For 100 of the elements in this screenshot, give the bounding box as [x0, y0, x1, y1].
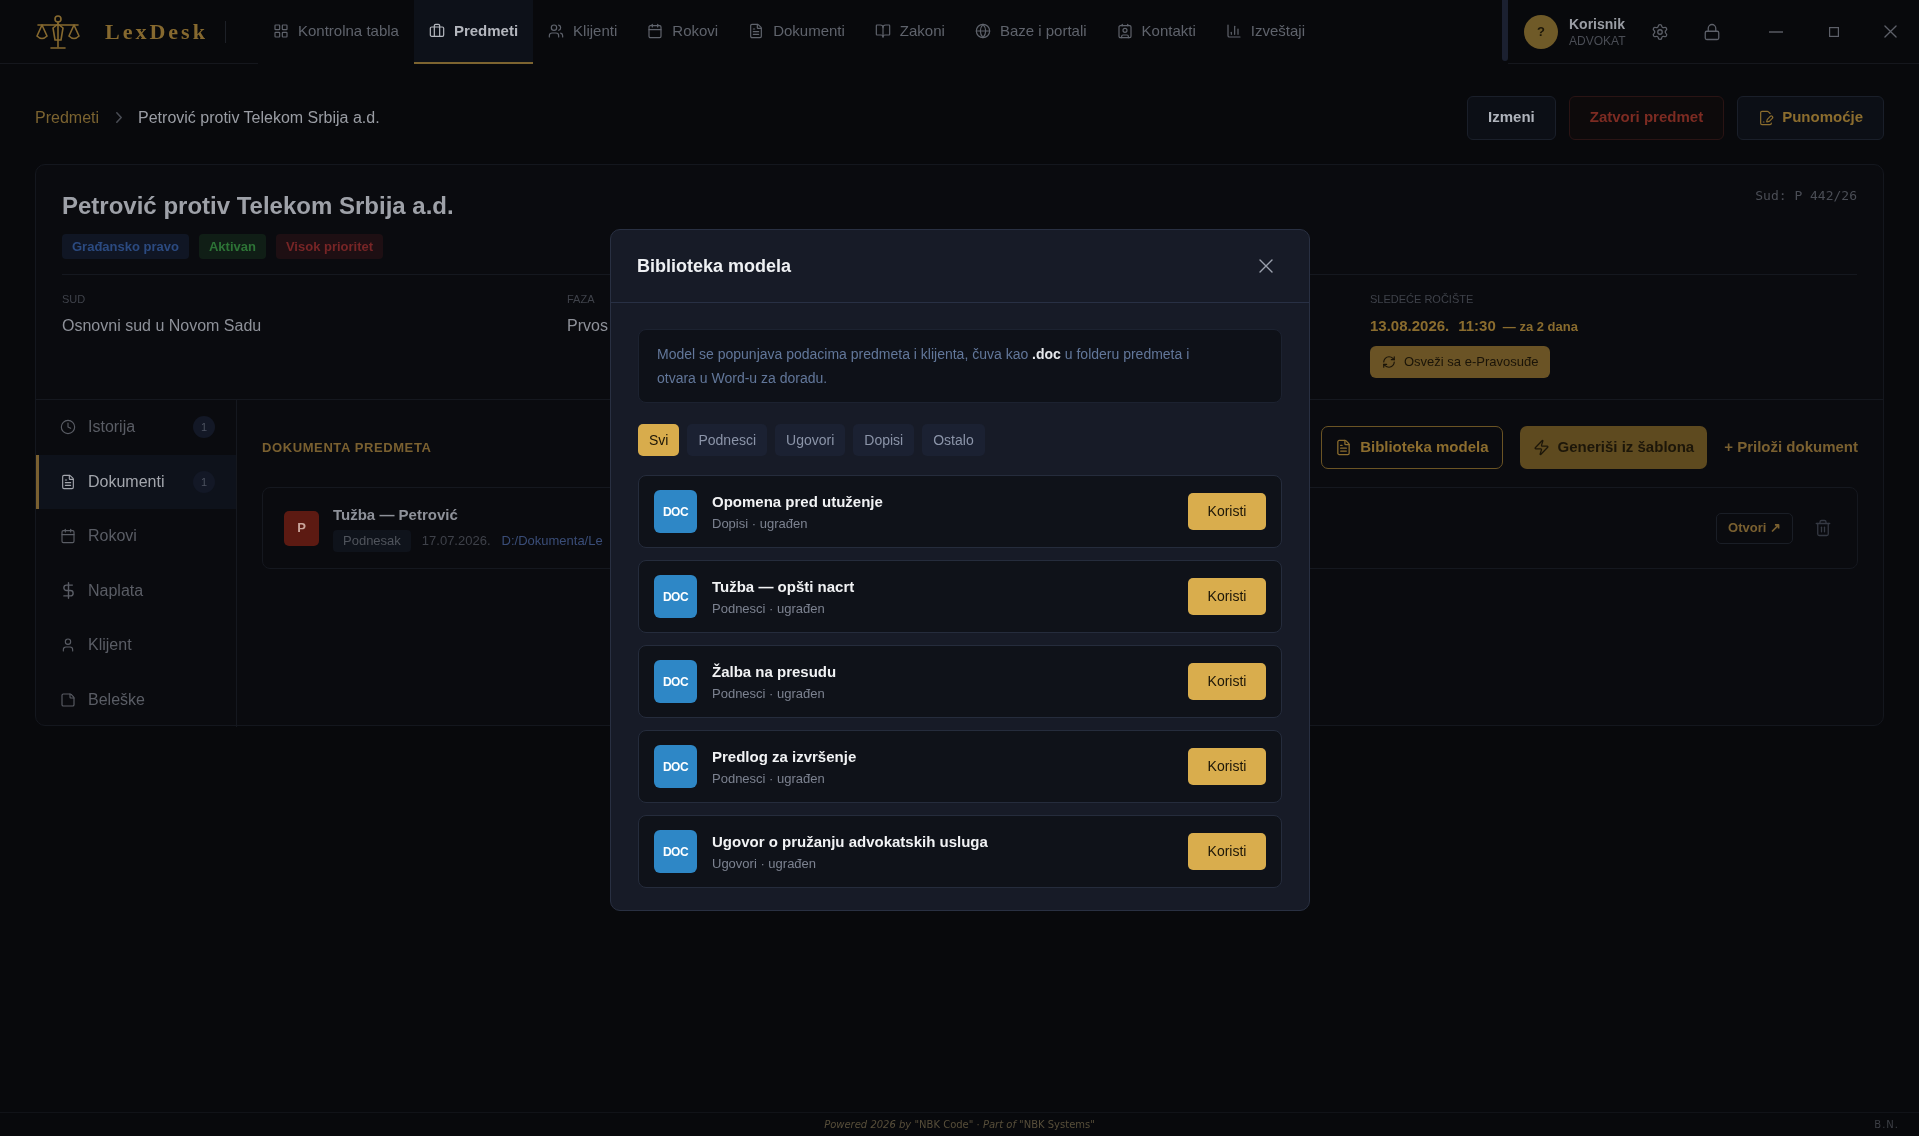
use-template-button[interactable]: Koristi	[1188, 578, 1266, 615]
nav-tab[interactable]: Kontrolna tabla	[258, 0, 414, 64]
lock-button[interactable]	[1702, 21, 1722, 42]
template-library-button[interactable]: Biblioteka modela	[1321, 426, 1503, 469]
note-icon	[60, 691, 76, 708]
section-tab[interactable]: Klijent	[36, 618, 236, 673]
close-icon	[1259, 259, 1273, 273]
bar-chart-icon	[1225, 23, 1242, 39]
case-tag: Građansko pravo	[62, 234, 189, 259]
close-icon	[1883, 25, 1897, 38]
use-template-button[interactable]: Koristi	[1188, 663, 1266, 700]
globe-icon	[974, 23, 991, 39]
book-icon	[874, 23, 891, 39]
nav-tab[interactable]: Rokovi	[632, 0, 734, 64]
lightning-icon	[1532, 439, 1550, 456]
info-notice: Model se popunjava podacima predmeta i klijenta, čuva kao .doc u folderu predmeta i otvara u Word-u za doradu.	[638, 329, 1282, 403]
field-label: SLEDEĆE ROČIŠTE	[1370, 292, 1474, 306]
template-meta: Ugovori · ugrađen	[712, 854, 817, 872]
scrollbar-thumb[interactable]	[1502, 0, 1508, 61]
use-template-button[interactable]: Koristi	[1188, 493, 1266, 530]
template-meta: Dopisi · ugrađen	[712, 514, 808, 532]
nav-tab[interactable]: Predmeti	[413, 0, 534, 64]
file-type-badge: DOC	[654, 745, 697, 788]
nav-tab[interactable]: Dokumenti	[733, 0, 860, 64]
scales-logo-icon	[35, 13, 81, 50]
file-type-badge: DOC	[654, 830, 697, 873]
briefcase-icon	[428, 23, 445, 39]
nav-tab[interactable]: Izveštaji	[1210, 0, 1320, 64]
field-value: Prvos	[567, 316, 608, 336]
delete-button[interactable]	[1813, 518, 1833, 538]
clock-icon	[60, 419, 76, 436]
power-of-attorney-button[interactable]: Punomoćje	[1737, 95, 1884, 140]
chevron-icon	[116, 112, 123, 123]
section-tab[interactable]: Rokovi	[36, 509, 236, 564]
user-role: ADVOKAT	[1569, 32, 1627, 49]
open-document-button[interactable]: Otvori ↗	[1716, 512, 1793, 544]
hearing-time: 11:30	[1458, 316, 1496, 336]
footer-initials: B.N.	[1874, 1118, 1899, 1132]
file-type-badge: DOC	[654, 490, 697, 533]
file-pen-icon	[1758, 109, 1775, 126]
dollar-icon	[63, 582, 74, 600]
generate-from-template-button[interactable]: Generiši iz šablona	[1519, 426, 1708, 469]
user-icon	[60, 637, 76, 654]
footer-credit: Powered 2026 by "NBK Code" · Part of "NBK Systems"	[824, 1118, 1095, 1132]
template-meta: Podnesci · ugrađen	[712, 684, 825, 702]
lock-icon	[1703, 22, 1721, 41]
grid-icon	[273, 23, 289, 39]
template-meta: Podnesci · ugrađen	[712, 599, 825, 617]
attach-document-link[interactable]: + Priloži dokument	[1724, 426, 1858, 469]
section-tab[interactable]: Naplata	[36, 563, 236, 618]
user-avatar[interactable]: ?	[1524, 14, 1558, 49]
settings-icon	[1651, 22, 1669, 41]
template-title: Opomena pred utuženje	[712, 491, 883, 512]
filter-chip[interactable]: Ugovori	[775, 424, 846, 456]
use-template-button[interactable]: Koristi	[1188, 748, 1266, 785]
use-template-button[interactable]: Koristi	[1188, 833, 1266, 870]
document-title: Tužba — Petrović	[333, 504, 458, 525]
refresh-icon	[1382, 355, 1396, 369]
calendar-icon	[647, 23, 664, 39]
document-date: 17.07.2026.	[421, 531, 491, 550]
document-path: D:/Dokumenta/Le	[501, 531, 603, 550]
document-icon	[60, 473, 76, 490]
minimize-icon	[1769, 30, 1783, 33]
section-tab[interactable]: Beleške	[36, 672, 236, 727]
trash-icon	[1814, 519, 1832, 537]
close-case-button[interactable]: Zatvori predmet	[1568, 95, 1725, 140]
settings-button[interactable]	[1650, 21, 1670, 42]
template-meta: Podnesci · ugrađen	[712, 769, 825, 787]
case-title: Petrović protiv Telekom Srbija a.d.	[62, 191, 454, 221]
filter-chip[interactable]: Podnesci	[687, 424, 768, 456]
nav-tab[interactable]: Kontakti	[1101, 0, 1211, 64]
calendar-icon	[60, 528, 76, 545]
filter-chip[interactable]: Svi	[638, 424, 680, 456]
app-logo-text: LexDesk	[105, 18, 208, 46]
refresh-button[interactable]: Osveži sa e-Pravosuđe	[1370, 346, 1551, 378]
template-title: Ugovor o pružanju advokatskih usluga	[712, 831, 988, 852]
filter-chip[interactable]: Dopisi	[853, 424, 915, 456]
modal-title: Biblioteka modela	[637, 254, 792, 278]
contact-card-icon	[1116, 23, 1133, 39]
hearing-date: 13.08.2026.	[1370, 316, 1450, 336]
nav-tab[interactable]: Zakoni	[859, 0, 960, 64]
court-number: Sud: P 442/26	[1755, 187, 1857, 205]
nav-tab[interactable]: Baze i portali	[959, 0, 1102, 64]
nav-tab[interactable]: Klijenti	[533, 0, 633, 64]
modal-close-button[interactable]	[1257, 257, 1275, 275]
maximize-icon	[1829, 26, 1839, 37]
template-title: Žalba na presudu	[712, 661, 837, 682]
users-icon	[548, 23, 565, 39]
field-label: FAZA	[567, 292, 595, 306]
case-tag: Aktivan	[198, 234, 266, 259]
template-title: Predlog za izvršenje	[712, 746, 857, 767]
filter-chip[interactable]: Ostalo	[922, 424, 985, 456]
edit-button[interactable]: Izmeni	[1467, 95, 1556, 140]
template-title: Tužba — opšti nacrt	[712, 576, 855, 597]
breadcrumb-current: Petrović protiv Telekom Srbija a.d.	[138, 107, 380, 128]
breadcrumb-link[interactable]: Predmeti	[35, 105, 100, 130]
file-type-badge: P	[284, 510, 319, 546]
document-icon	[1335, 439, 1353, 456]
document-icon	[748, 23, 765, 39]
hearing-countdown: — za 2 dana	[1502, 318, 1578, 336]
